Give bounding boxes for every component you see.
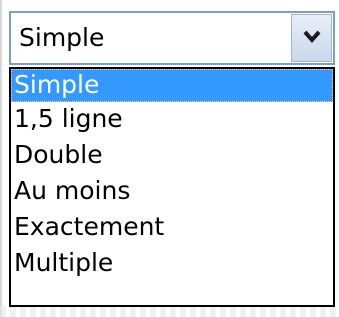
option-simple[interactable]: Simple <box>11 69 333 102</box>
dropdown-toggle-button[interactable] <box>291 14 332 62</box>
option-au-moins[interactable]: Au moins <box>11 174 333 210</box>
line-spacing-select-value: Simple <box>19 23 105 52</box>
dialog-background-text <box>0 306 339 317</box>
option-exactement[interactable]: Exactement <box>11 210 333 246</box>
chevron-down-icon <box>303 30 321 44</box>
line-spacing-select[interactable]: Simple <box>9 11 335 65</box>
option-1-5-ligne[interactable]: 1,5 ligne <box>11 102 333 138</box>
option-double[interactable]: Double <box>11 138 333 174</box>
option-multiple[interactable]: Multiple <box>11 246 333 282</box>
line-spacing-options-list[interactable]: Simple 1,5 ligne Double Au moins Exactem… <box>9 67 335 307</box>
dialog-edge <box>0 0 3 317</box>
line-spacing-control: Simple Simple 1,5 ligne Double Au moins … <box>0 0 339 317</box>
